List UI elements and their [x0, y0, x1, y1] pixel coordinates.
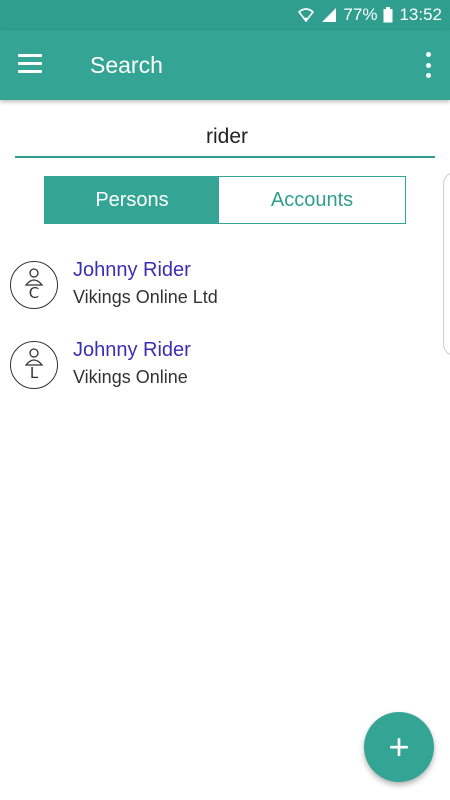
results-list: C Johnny Rider Vikings Online Ltd L John…	[0, 246, 440, 406]
list-item[interactable]: C Johnny Rider Vikings Online Ltd	[0, 246, 440, 326]
battery-percent: 77%	[343, 5, 378, 24]
results-tab-switcher: Persons Accounts	[44, 176, 406, 224]
clock: 13:52	[399, 5, 442, 24]
person-company: Vikings Online	[73, 367, 188, 387]
person-avatar: L	[10, 341, 58, 389]
add-button[interactable]: +	[364, 712, 434, 782]
person-avatar: C	[10, 261, 58, 309]
search-field[interactable]	[15, 118, 439, 158]
app-toolbar: Search	[0, 30, 450, 100]
wifi-icon	[297, 7, 315, 23]
list-item[interactable]: L Johnny Rider Vikings Online	[0, 326, 440, 406]
overflow-menu-icon[interactable]	[424, 52, 432, 78]
search-input[interactable]	[15, 118, 439, 156]
battery-icon	[383, 7, 393, 23]
avatar-letter: C	[28, 284, 40, 302]
hamburger-menu-icon[interactable]	[18, 54, 42, 74]
side-drawer-handle[interactable]	[443, 172, 450, 356]
signal-icon	[321, 7, 337, 23]
tab-accounts[interactable]: Accounts	[219, 177, 405, 223]
person-name: Johnny Rider	[73, 339, 191, 361]
tab-persons[interactable]: Persons	[45, 177, 219, 223]
avatar-letter: L	[29, 364, 39, 382]
status-bar: 77% 13:52	[0, 0, 450, 30]
person-name: Johnny Rider	[73, 259, 191, 281]
page-title: Search	[90, 52, 163, 78]
person-company: Vikings Online Ltd	[73, 287, 218, 307]
